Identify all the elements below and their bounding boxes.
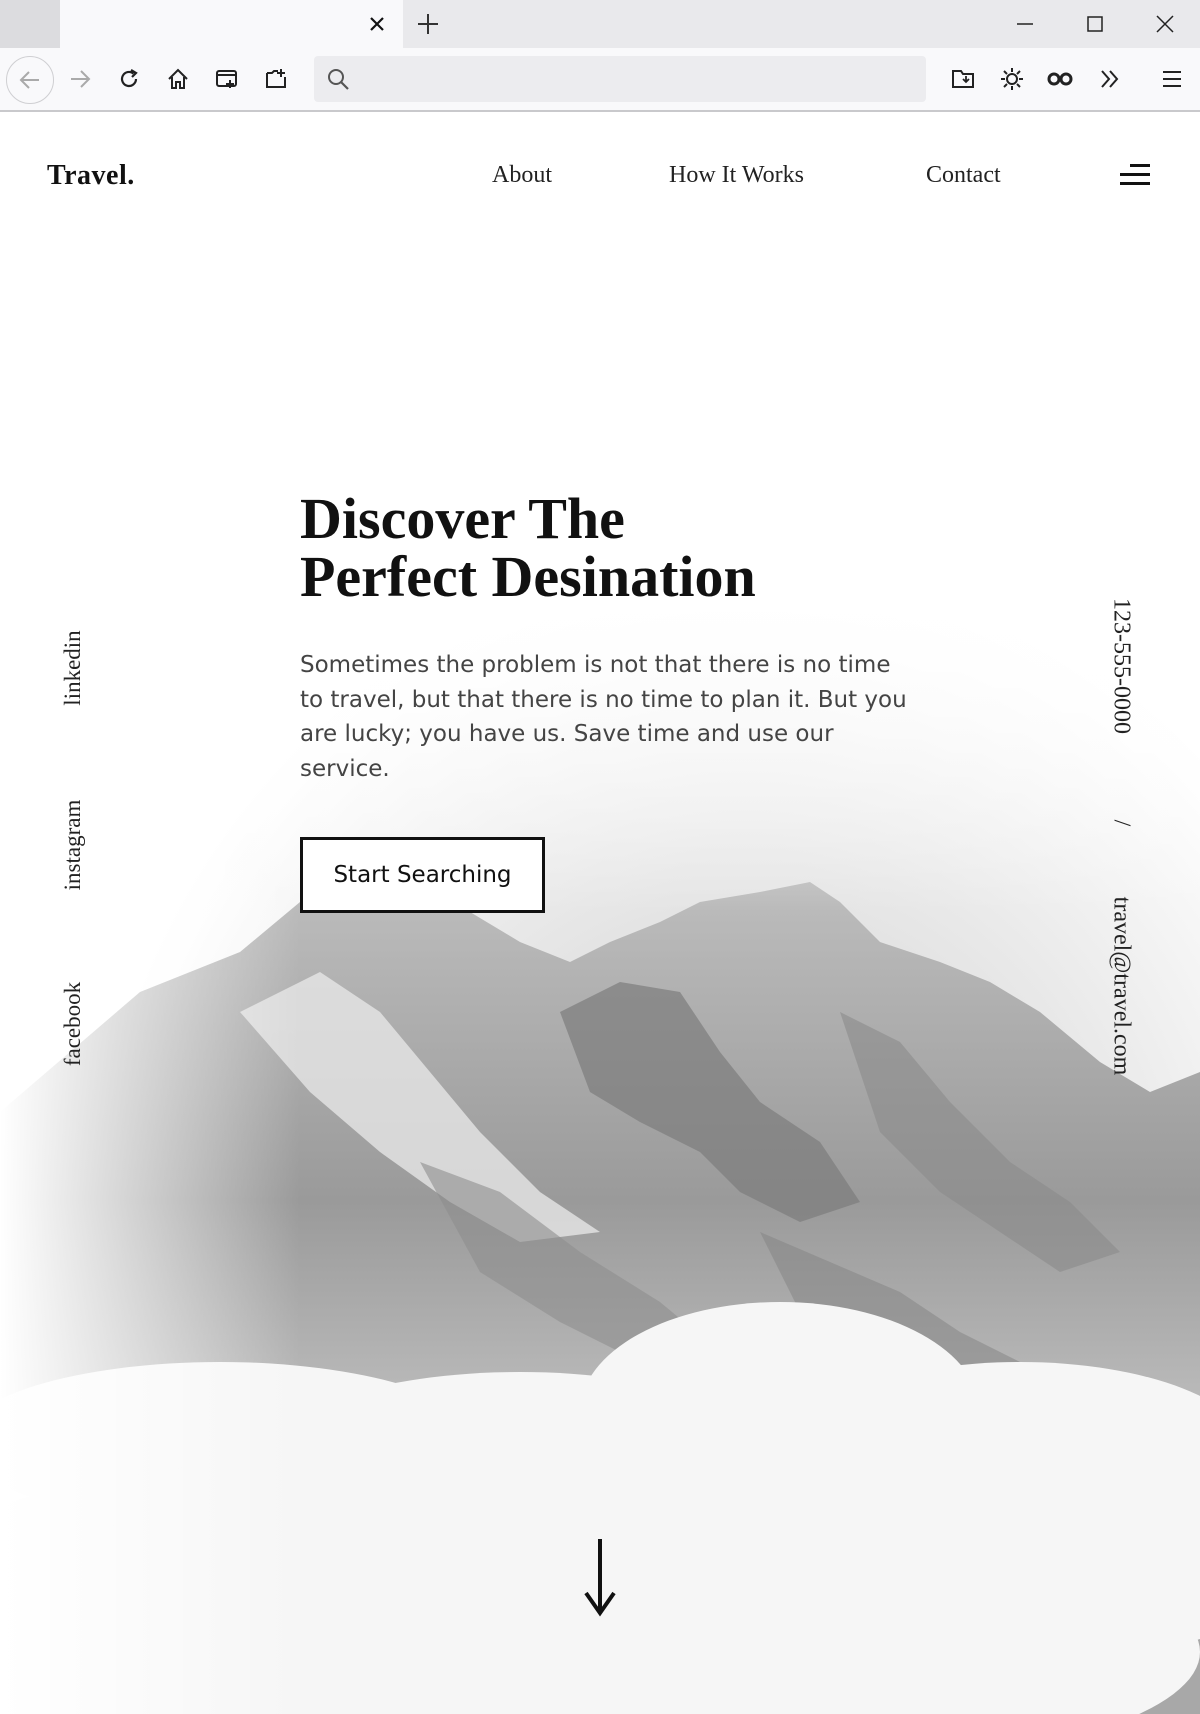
tab-active[interactable] xyxy=(60,0,403,48)
search-icon xyxy=(322,63,354,95)
hero-description: Sometimes the problem is not that there … xyxy=(300,652,907,782)
tab-inactive[interactable] xyxy=(0,0,60,48)
contact-separator: / xyxy=(1108,819,1135,827)
screenshot-icon[interactable] xyxy=(256,59,296,99)
nav-how-it-works-link[interactable]: How It Works xyxy=(669,162,804,189)
reload-icon[interactable] xyxy=(109,59,149,99)
scroll-down-arrow-icon[interactable] xyxy=(580,1537,620,1617)
hero-title-line-2: Perfect Desination xyxy=(300,544,756,609)
navigation-toolbar xyxy=(0,48,1200,112)
nav-about-link[interactable]: About xyxy=(492,162,552,189)
close-window-icon[interactable] xyxy=(1135,4,1195,44)
minimize-icon[interactable] xyxy=(995,4,1055,44)
back-arrow-left-icon[interactable] xyxy=(6,56,54,104)
hamburger-menu-icon[interactable] xyxy=(1152,59,1192,99)
social-instagram-link[interactable]: instagram xyxy=(60,800,86,891)
mountain-background-image xyxy=(0,112,1200,1714)
hero-title: Discover The Perfect Desination xyxy=(300,490,756,606)
home-icon[interactable] xyxy=(158,59,198,99)
maximize-icon[interactable] xyxy=(1065,4,1125,44)
site-logo[interactable]: Travel. xyxy=(47,160,135,192)
settings-gear-icon[interactable] xyxy=(992,59,1032,99)
private-mask-icon[interactable] xyxy=(1040,59,1080,99)
address-bar[interactable] xyxy=(314,56,926,104)
social-facebook-link[interactable]: facebook xyxy=(60,982,86,1066)
contact-phone[interactable]: 123-555-0000 xyxy=(1108,598,1135,734)
contact-email[interactable]: travel@travel.com xyxy=(1108,897,1135,1076)
new-tab-plus-icon[interactable] xyxy=(412,8,444,40)
save-to-folder-icon[interactable] xyxy=(943,59,983,99)
tab-bar xyxy=(0,0,1200,48)
hero-title-line-1: Discover The xyxy=(300,486,625,551)
social-linkedin-link[interactable]: linkedin xyxy=(60,630,86,705)
new-window-icon[interactable] xyxy=(207,59,247,99)
web-page: Travel. About How It Works Contact Disco… xyxy=(0,112,1200,1714)
url-input[interactable] xyxy=(362,56,916,104)
site-menu-hamburger-icon[interactable] xyxy=(1116,164,1156,194)
nav-contact-link[interactable]: Contact xyxy=(926,162,1001,189)
forward-arrow-right-icon[interactable] xyxy=(60,59,100,99)
chevrons-right-icon[interactable] xyxy=(1090,59,1130,99)
tab-close-icon[interactable] xyxy=(363,10,391,38)
start-searching-button[interactable]: Start Searching xyxy=(300,837,545,913)
